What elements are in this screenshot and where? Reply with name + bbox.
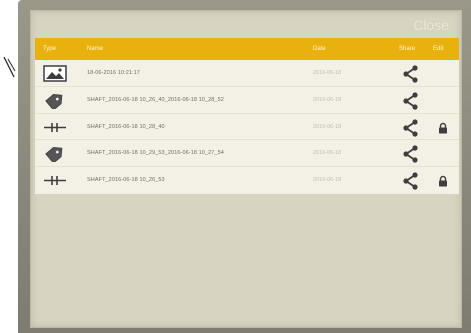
column-share: Share xyxy=(399,46,416,52)
table-row[interactable]: SHAFT_2016-06-18 10_28_40 2016-06-18 xyxy=(35,114,459,141)
lock-icon[interactable] xyxy=(437,122,449,134)
lock-icon[interactable] xyxy=(437,175,449,187)
file-name: SHAFT_2016-06-18 10_26_53 xyxy=(87,177,165,184)
shaft-icon xyxy=(44,122,66,132)
table-row[interactable]: SHAFT_2016-06-18 10_29_53_2016-06-18 10_… xyxy=(35,140,459,168)
table-row[interactable]: SHAFT_2016-06-18 10_26_40_2016-06-18 10_… xyxy=(35,87,459,114)
tag-icon xyxy=(45,147,63,163)
column-edit: Edit xyxy=(433,46,444,52)
column-type[interactable]: Type xyxy=(43,46,56,52)
share-icon[interactable] xyxy=(401,91,421,111)
file-name: 18-06-2016 10:21:17 xyxy=(87,70,140,76)
file-name: SHAFT_2016-06-18 10_28_40 xyxy=(87,123,165,130)
file-name: SHAFT_2016-06-18 10_29_53_2016-06-18 10_… xyxy=(87,150,224,157)
file-date: 2016-06-18 xyxy=(313,123,342,130)
file-name: SHAFT_2016-06-18 10_26_40_2016-06-18 10_… xyxy=(87,96,224,103)
table-row[interactable]: 18-06-2016 10:21:17 2016-06-18 xyxy=(35,60,459,87)
shaft-icon xyxy=(44,176,66,186)
tag-icon xyxy=(45,93,63,109)
file-date: 2016-06-18 xyxy=(313,177,342,184)
file-date: 2016-06-18 xyxy=(313,150,342,157)
column-name[interactable]: Name xyxy=(87,46,103,52)
share-icon[interactable] xyxy=(401,144,421,164)
device-frame: Close Type Name Date Share Edit 18-06-20… xyxy=(18,0,471,333)
image-icon xyxy=(43,65,67,82)
column-date[interactable]: Date xyxy=(313,46,326,52)
corner-mark xyxy=(3,56,16,78)
close-button[interactable]: Close xyxy=(413,17,449,33)
share-icon[interactable] xyxy=(401,118,421,138)
table-row[interactable]: SHAFT_2016-06-18 10_26_53 2016-06-18 xyxy=(35,167,459,194)
file-date: 2016-06-18 xyxy=(313,70,342,76)
share-icon[interactable] xyxy=(401,171,421,191)
table-header: Type Name Date Share Edit xyxy=(35,38,459,60)
file-list: 18-06-2016 10:21:17 2016-06-18 SHAFT_201… xyxy=(35,60,459,194)
file-browser-panel: Close Type Name Date Share Edit 18-06-20… xyxy=(30,10,462,328)
file-date: 2016-06-18 xyxy=(313,96,342,103)
share-icon[interactable] xyxy=(401,64,421,84)
